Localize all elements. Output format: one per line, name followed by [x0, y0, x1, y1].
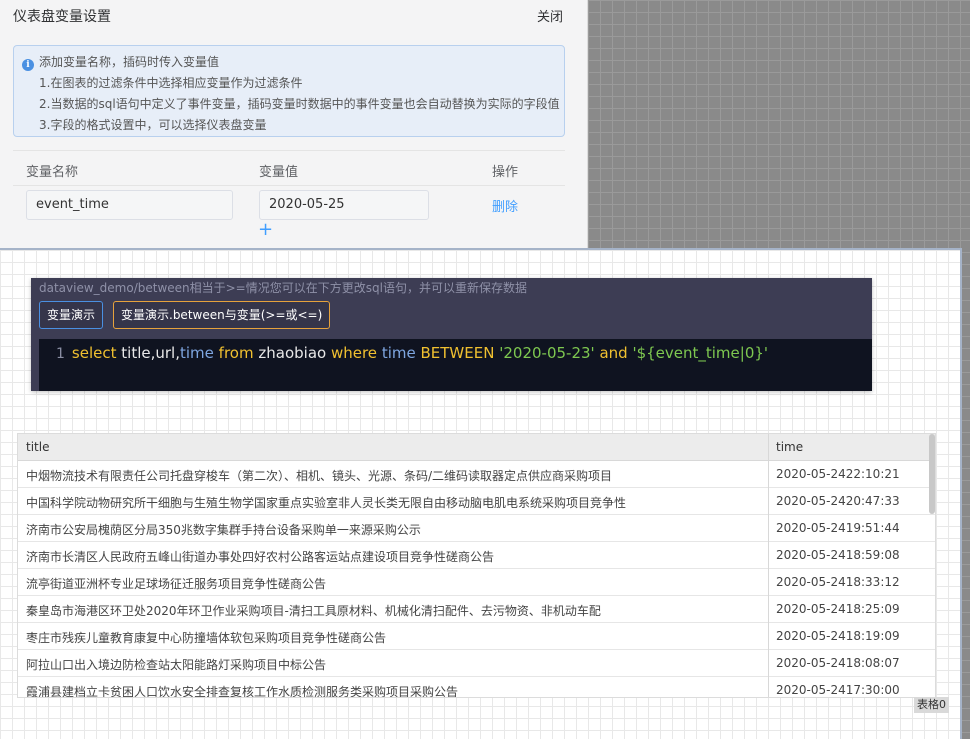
cell-title: 霞浦县建档立卡贫困人口饮水安全排查复核工作水质检测服务类采购项目采购公告 — [26, 685, 459, 698]
sql-token: select — [71, 344, 117, 362]
dashboard-canvas: dataview_demo/between相当于>=情况您可以在下方更改sql语… — [0, 248, 962, 739]
table-row[interactable]: 中烟物流技术有限责任公司托盘穿梭车（第二次）、相机、镜头、光源、条码/二维码读取… — [18, 461, 935, 488]
column-header-title: title — [26, 440, 50, 454]
dashboard-variable-panel: 仪表盘变量设置 关闭 i 添加变量名称，插码时传入变量值 1.在图表的过滤条件中选… — [0, 0, 588, 248]
cell-time: 2020-05-2422:10:21 — [776, 467, 900, 481]
sql-token: time — [180, 344, 214, 362]
widget-tag: 表格0 — [914, 697, 949, 713]
cell-title: 流亭街道亚洲杯专业足球场征迁服务项目竞争性磋商公告 — [26, 577, 327, 591]
cell-title: 济南市长清区人民政府五峰山街道办事处四好农村公路客运站点建设项目竞争性磋商公告 — [26, 550, 495, 564]
column-header-value: 变量值 — [259, 165, 299, 180]
cell-title: 中烟物流技术有限责任公司托盘穿梭车（第二次）、相机、镜头、光源、条码/二维码读取… — [26, 469, 613, 483]
table-row[interactable]: 阿拉山口出入境边防检查站太阳能路灯采购项目中标公告 2020-05-2418:08… — [18, 650, 935, 677]
sql-token: time — [381, 344, 416, 362]
sql-editor-card: dataview_demo/between相当于>=情况您可以在下方更改sql语… — [31, 278, 872, 391]
table-row[interactable]: 秦皇岛市海港区环卫处2020年环卫作业采购项目-清扫工具原材料、机械化清扫配件、… — [18, 596, 935, 623]
cell-title: 阿拉山口出入境边防检查站太阳能路灯采购项目中标公告 — [26, 658, 327, 672]
sql-token: where — [330, 344, 378, 362]
table-header: title time — [18, 434, 935, 461]
table-row[interactable]: 中国科学院动物研究所干细胞与生殖生物学国家重点实验室非人灵长类无限自由移动脑电肌… — [18, 488, 935, 515]
sql-token: zhaobiao — [258, 344, 327, 362]
info-line: 3.字段的格式设置中，可以选择仪表盘变量 — [39, 118, 267, 132]
info-heading: i 添加变量名称，插码时传入变量值 — [22, 52, 564, 73]
table-row[interactable]: 枣庄市残疾儿童教育康复中心防撞墙体软包采购项目竞争性磋商公告 2020-05-24… — [18, 623, 935, 650]
cell-time: 2020-05-2420:47:33 — [776, 494, 900, 508]
tab-variable-demo[interactable]: 变量演示 — [39, 301, 104, 329]
info-alert: i 添加变量名称，插码时传入变量值 1.在图表的过滤条件中选择相应变量作为过滤条件… — [13, 45, 565, 137]
cell-time: 2020-05-2418:33:12 — [776, 575, 900, 589]
sql-token: and — [599, 344, 628, 362]
table-row[interactable]: 济南市长清区人民政府五峰山街道办事处四好农村公路客运站点建设项目竞争性磋商公告 2… — [18, 542, 935, 569]
sql-token: from — [218, 344, 254, 362]
table-row[interactable]: 济南市公安局槐荫区分局350兆数字集群手持台设备采购单一来源采购公示 2020-0… — [18, 515, 935, 542]
cell-time: 2020-05-2417:30:00 — [776, 683, 900, 697]
cell-time: 2020-05-2419:51:44 — [776, 521, 900, 535]
sql-token: BETWEEN — [420, 344, 495, 362]
panel-title: 仪表盘变量设置 — [13, 9, 111, 25]
delete-variable-button[interactable]: 删除 — [492, 196, 518, 215]
column-header-name: 变量名称 — [26, 165, 79, 180]
cell-time: 2020-05-2418:25:09 — [776, 602, 900, 616]
close-button[interactable]: 关闭 — [537, 6, 563, 25]
sql-hint: dataview_demo/between相当于>=情况您可以在下方更改sql语… — [39, 281, 527, 295]
data-table: title time 中烟物流技术有限责任公司托盘穿梭车（第二次）、相机、镜头、… — [17, 433, 936, 698]
cell-time: 2020-05-2418:08:07 — [776, 656, 900, 670]
sql-token: '${event_time|0}' — [632, 344, 769, 362]
info-line: 2.当数据的sql语句中定义了事件变量，插码变量时数据中的事件变量也会自动替换为… — [39, 97, 560, 111]
cell-title: 枣庄市残疾儿童教育康复中心防撞墙体软包采购项目竞争性磋商公告 — [26, 631, 387, 645]
line-number: 1 — [56, 346, 65, 362]
tab-variable-between[interactable]: 变量演示.between与变量(>=或<=) — [113, 301, 331, 329]
column-header-action: 操作 — [492, 165, 519, 180]
cell-time: 2020-05-2418:59:08 — [776, 548, 900, 562]
table-scrollbar[interactable] — [929, 434, 935, 514]
table-body: 中烟物流技术有限责任公司托盘穿梭车（第二次）、相机、镜头、光源、条码/二维码读取… — [18, 461, 935, 698]
table-row[interactable]: 流亭街道亚洲杯专业足球场征迁服务项目竞争性磋商公告 2020-05-2418:33… — [18, 569, 935, 596]
sql-token: '2020-05-23' — [499, 344, 595, 362]
sql-token: title,url, — [121, 344, 180, 362]
variable-table-header: 变量名称 变量值 操作 — [13, 150, 565, 186]
cell-title: 秦皇岛市海港区环卫处2020年环卫作业采购项目-清扫工具原材料、机械化清扫配件、… — [26, 604, 601, 618]
cell-time: 2020-05-2418:19:09 — [776, 629, 900, 643]
column-header-time: time — [776, 440, 804, 454]
info-icon: i — [22, 59, 34, 71]
column-divider — [768, 434, 769, 697]
info-line: 1.在图表的过滤条件中选择相应变量作为过滤条件 — [39, 76, 303, 90]
panel-header: 仪表盘变量设置 关闭 — [13, 6, 563, 25]
variable-row: event_time 2020-05-25 删除 — [13, 186, 565, 232]
variable-name-input[interactable]: event_time — [26, 190, 233, 220]
add-variable-button[interactable]: + — [258, 220, 273, 240]
sql-code-editor[interactable]: 1 select title,url,time from zhaobiao whe… — [39, 339, 872, 391]
cell-title: 济南市公安局槐荫区分局350兆数字集群手持台设备采购单一来源采购公示 — [26, 523, 421, 537]
variable-value-input[interactable]: 2020-05-25 — [259, 190, 429, 220]
variable-table: 变量名称 变量值 操作 event_time 2020-05-25 删除 — [13, 150, 565, 232]
cell-title: 中国科学院动物研究所干细胞与生殖生物学国家重点实验室非人灵长类无限自由移动脑电肌… — [26, 496, 627, 510]
table-row[interactable]: 霞浦县建档立卡贫困人口饮水安全排查复核工作水质检测服务类采购项目采购公告 2020… — [18, 677, 935, 698]
